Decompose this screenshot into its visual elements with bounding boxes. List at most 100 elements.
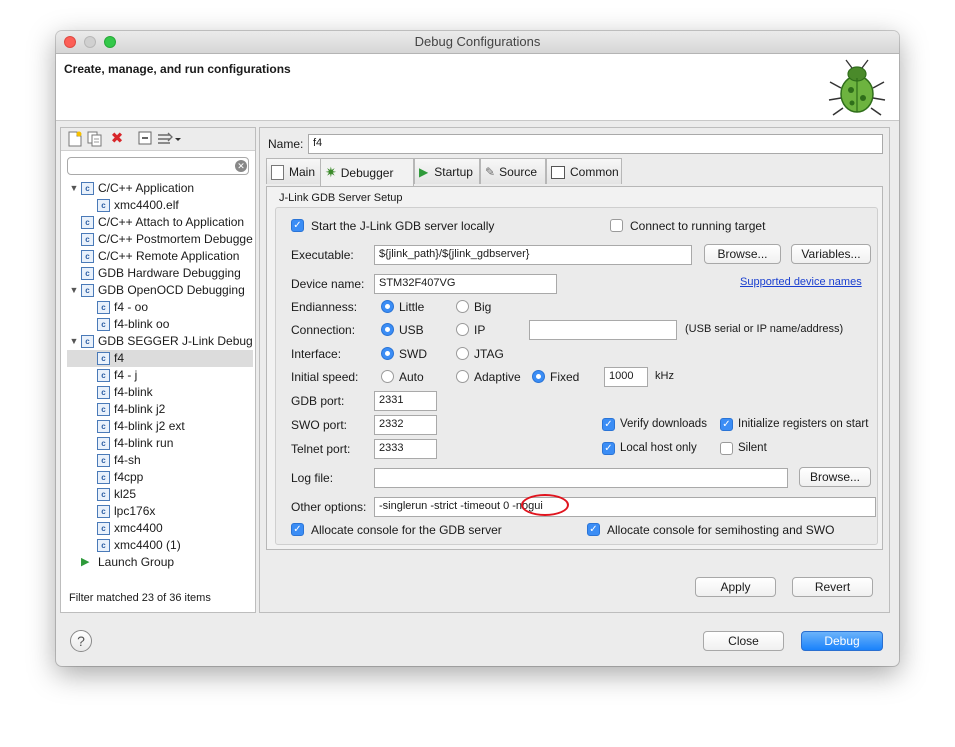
collapse-all-icon[interactable] — [137, 131, 153, 147]
endianness-big-radio[interactable] — [456, 300, 469, 313]
connect-running-checkbox[interactable] — [610, 219, 623, 232]
c-config-icon: c — [97, 301, 110, 314]
tree-group[interactable]: c C/C++ Remote Application — [67, 248, 253, 265]
tab-debugger[interactable]: ✷ Debugger — [320, 158, 414, 186]
interface-jtag-radio[interactable] — [456, 347, 469, 360]
tree-item[interactable]: c f4 — [67, 350, 253, 367]
console-gdb-checkbox[interactable]: ✓ — [291, 523, 304, 536]
verify-downloads-checkbox[interactable]: ✓ — [602, 418, 615, 431]
interface-swd-radio[interactable] — [381, 347, 394, 360]
connection-address-field[interactable] — [529, 320, 677, 340]
tree-group[interactable]: c C/C++ Attach to Application — [67, 214, 253, 231]
tree-item[interactable]: c f4-sh — [67, 452, 253, 469]
swo-port-field[interactable]: 2332 — [374, 415, 437, 435]
tree-group[interactable]: c GDB Hardware Debugging — [67, 265, 253, 282]
expand-triangle-icon[interactable]: ▼ — [69, 282, 79, 299]
c-config-icon: c — [97, 454, 110, 467]
tab-main[interactable]: Main — [266, 158, 322, 184]
local-host-only-checkbox[interactable]: ✓ — [602, 442, 615, 455]
duplicate-icon[interactable] — [87, 131, 103, 147]
endianness-little-radio[interactable] — [381, 300, 394, 313]
tree-group[interactable]: ▼c GDB SEGGER J-Link Debugging — [67, 333, 253, 350]
speed-auto-radio[interactable] — [381, 370, 394, 383]
speed-value-field[interactable]: 1000 — [604, 367, 648, 387]
telnet-port-field[interactable]: 2333 — [374, 439, 437, 459]
log-file-field[interactable] — [374, 468, 788, 488]
tree-item-label: xmc4400.elf — [114, 198, 179, 212]
tree-item[interactable]: c f4 - oo — [67, 299, 253, 316]
close-window-icon[interactable] — [64, 36, 76, 48]
close-button[interactable]: Close — [703, 631, 784, 651]
name-field[interactable]: f4 — [308, 134, 883, 154]
zoom-window-icon[interactable] — [104, 36, 116, 48]
console-semihosting-checkbox[interactable]: ✓ — [587, 523, 600, 536]
tree-item[interactable]: c f4 - j — [67, 367, 253, 384]
tree-item[interactable]: c f4-blink j2 — [67, 401, 253, 418]
tree-item[interactable]: c f4-blink — [67, 384, 253, 401]
initial-speed-label: Initial speed: — [291, 370, 359, 384]
tree-item-label: f4 - j — [114, 368, 138, 382]
connection-ip-radio[interactable] — [456, 323, 469, 336]
connection-ip-label: IP — [474, 323, 486, 337]
tree-item[interactable]: c xmc4400.elf — [67, 197, 253, 214]
revert-button[interactable]: Revert — [792, 577, 873, 597]
connection-usb-radio[interactable] — [381, 323, 394, 336]
source-tab-icon: ✎ — [485, 165, 496, 179]
init-registers-checkbox[interactable]: ✓ — [720, 418, 733, 431]
common-tab-icon — [551, 166, 565, 180]
supported-devices-link[interactable]: Supported device names — [740, 276, 862, 288]
endianness-label: Endianness: — [291, 300, 358, 314]
tab-startup[interactable]: ▶ Startup — [414, 158, 480, 184]
start-locally-checkbox[interactable]: ✓ — [291, 219, 304, 232]
tab-bar: Main ✷ Debugger ▶ Startup ✎ Source Common — [266, 158, 884, 186]
speed-adaptive-radio[interactable] — [456, 370, 469, 383]
silent-checkbox[interactable] — [720, 442, 733, 455]
new-config-icon[interactable] — [67, 131, 83, 147]
tab-source[interactable]: ✎ Source — [480, 158, 546, 184]
other-options-field[interactable]: -singlerun -strict -timeout 0 -nogui — [374, 497, 876, 517]
tree-item[interactable]: c f4-blink oo — [67, 316, 253, 333]
speed-fixed-radio[interactable] — [532, 370, 545, 383]
apply-button[interactable]: Apply — [695, 577, 776, 597]
tab-source-label: Source — [499, 165, 538, 179]
tree-group[interactable]: ▶ Launch Group — [67, 554, 253, 570]
c-config-type-icon: c — [81, 284, 94, 297]
c-config-type-icon: c — [81, 182, 94, 195]
filter-input[interactable] — [67, 157, 249, 175]
clear-filter-icon[interactable]: ✕ — [235, 160, 247, 172]
expand-triangle-icon[interactable]: ▼ — [69, 180, 79, 197]
filter-icon[interactable] — [157, 131, 183, 147]
tab-common[interactable]: Common — [546, 158, 622, 184]
tree-item[interactable]: c f4cpp — [67, 469, 253, 486]
console-gdb-label: Allocate console for the GDB server — [311, 523, 502, 537]
minimize-window-icon[interactable] — [84, 36, 96, 48]
tree-item[interactable]: c xmc4400 — [67, 520, 253, 537]
speed-auto-label: Auto — [399, 370, 424, 384]
other-options-label: Other options: — [291, 500, 367, 514]
executable-field[interactable]: ${jlink_path}/${jlink_gdbserver} — [374, 245, 692, 265]
tree-item-label: f4 — [114, 351, 125, 365]
tree-item[interactable]: c kl25 — [67, 486, 253, 503]
tree-item[interactable]: c xmc4400 (1) — [67, 537, 253, 554]
tree-group-label: C/C++ Postmortem Debugger — [98, 232, 253, 246]
c-config-icon: c — [97, 488, 110, 501]
debug-button[interactable]: Debug — [801, 631, 883, 651]
c-config-icon: c — [97, 369, 110, 382]
log-file-browse-button[interactable]: Browse... — [799, 467, 871, 487]
tree-item[interactable]: c f4-blink run — [67, 435, 253, 452]
tree-group[interactable]: ▼ c C/C++ Application — [67, 180, 253, 197]
endianness-big-label: Big — [474, 300, 492, 314]
tree-item[interactable]: c f4-blink j2 ext — [67, 418, 253, 435]
tree-group[interactable]: c C/C++ Postmortem Debugger — [67, 231, 253, 248]
help-icon[interactable]: ? — [70, 630, 92, 652]
tree-item[interactable]: c lpc176x — [67, 503, 253, 520]
tree-group[interactable]: ▼ c GDB OpenOCD Debugging — [67, 282, 253, 299]
delete-icon[interactable]: ✖ — [109, 131, 125, 147]
variables-button[interactable]: Variables... — [791, 244, 871, 264]
expand-triangle-icon[interactable]: ▼ — [69, 333, 79, 350]
device-name-field[interactable]: STM32F407VG — [374, 274, 557, 294]
executable-browse-button[interactable]: Browse... — [704, 244, 781, 264]
connect-running-label: Connect to running target — [630, 219, 766, 233]
c-config-type-icon: c — [81, 267, 94, 280]
gdb-port-field[interactable]: 2331 — [374, 391, 437, 411]
